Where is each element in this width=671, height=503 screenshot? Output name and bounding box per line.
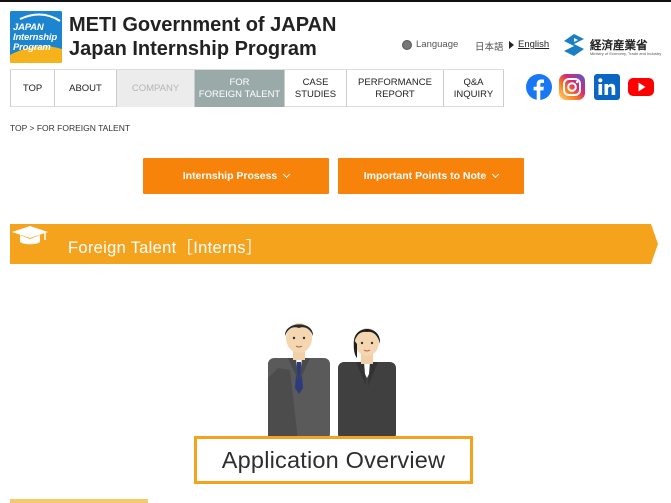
nav-item-foreign-talent[interactable]: FOR FOREIGN TALENT	[194, 70, 284, 107]
site-title-line1: METI Government of JAPAN	[69, 14, 337, 36]
meti-logo-icon[interactable]	[563, 33, 585, 57]
chevron-down-icon	[492, 170, 500, 179]
language-english-link[interactable]: English	[518, 39, 549, 50]
main-nav: TOP ABOUT COMPANY FOR FOREIGN TALENT CAS…	[10, 69, 504, 107]
facebook-icon[interactable]	[526, 74, 552, 100]
language-japanese-link[interactable]: 日本語	[475, 39, 504, 53]
important-points-button-label: Important Points to Note	[363, 170, 487, 182]
graduation-cap-icon	[12, 226, 48, 245]
site-title[interactable]: METI Government of JAPAN Japan Internshi…	[69, 13, 336, 61]
meti-name-en: Ministry of Economy, Trade and Industry	[590, 51, 662, 56]
breadcrumb-separator: >	[27, 123, 37, 133]
chevron-down-icon	[283, 170, 291, 179]
top-border	[0, 0, 671, 2]
nav-item-qa-inquiry[interactable]: Q&A INQUIRY	[443, 70, 504, 107]
nav-item-top[interactable]: TOP	[10, 70, 54, 107]
globe-icon	[402, 40, 412, 50]
youtube-icon[interactable]	[628, 74, 654, 100]
internship-process-button-label: Internship Prosess	[182, 170, 278, 182]
breadcrumb-current: FOR FOREIGN TALENT	[36, 123, 131, 133]
triangle-right-icon	[509, 41, 514, 49]
nav-item-performance-report[interactable]: PERFORMANCE REPORT	[346, 70, 443, 107]
breadcrumb: TOP > FOR FOREIGN TALENT	[10, 123, 130, 133]
instagram-icon[interactable]	[559, 74, 585, 100]
nav-item-case-studies[interactable]: CASE STUDIES	[284, 70, 346, 107]
language-label: Language	[416, 39, 459, 50]
nav-item-company: COMPANY	[116, 70, 194, 107]
internship-process-button[interactable]: Internship Prosess	[143, 158, 329, 194]
important-points-button[interactable]: Important Points to Note	[338, 158, 524, 194]
section-banner: Foreign Talent［Interns］	[10, 224, 658, 264]
logo-text-line: Program	[13, 42, 51, 53]
site-title-line2: Japan Internship Program	[69, 38, 317, 60]
application-overview-title: Application Overview	[221, 446, 446, 473]
linkedin-icon[interactable]	[594, 74, 620, 100]
japan-internship-program-logo[interactable]: JAPAN Internship Program	[10, 11, 62, 63]
interns-illustration	[268, 323, 396, 440]
nav-item-about[interactable]: ABOUT	[54, 70, 116, 107]
bottom-tab-edge	[10, 499, 148, 503]
breadcrumb-top-link[interactable]: TOP	[10, 123, 27, 133]
application-overview-heading: Application Overview	[194, 436, 473, 484]
section-title: Foreign Talent［Interns］	[68, 239, 263, 257]
